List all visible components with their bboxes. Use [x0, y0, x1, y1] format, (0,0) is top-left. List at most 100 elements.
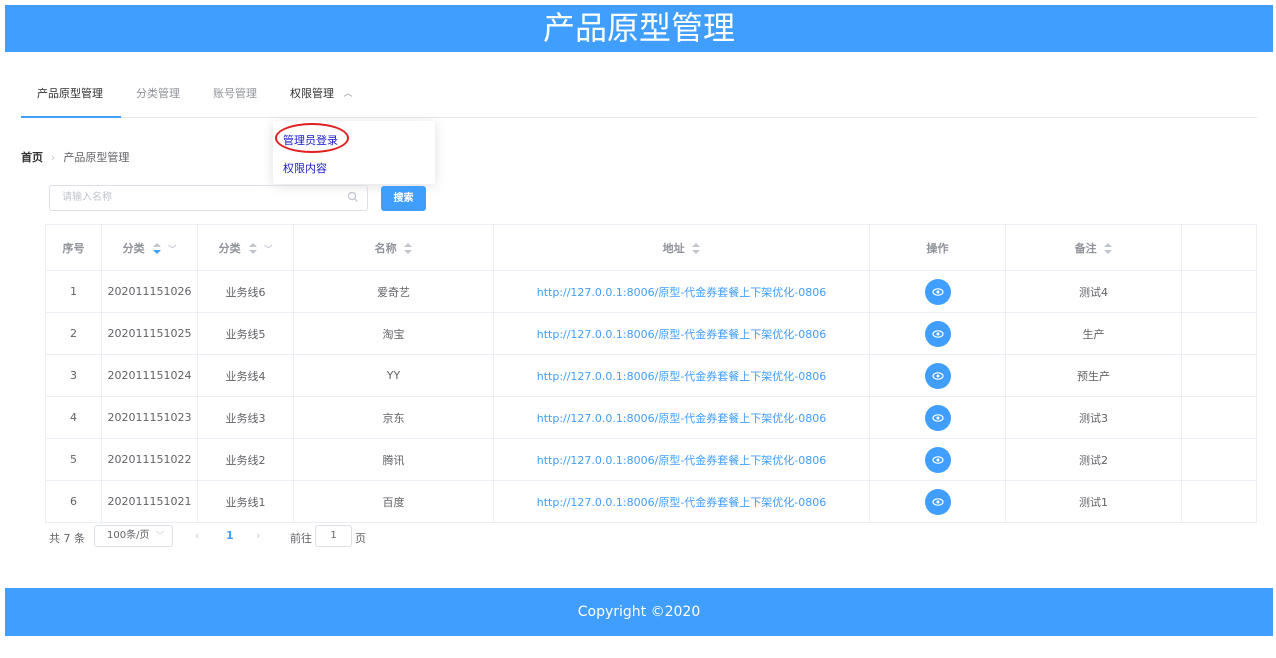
eye-icon	[931, 329, 944, 338]
cell-filler	[1181, 480, 1257, 523]
cell-note: 测试1	[1005, 480, 1182, 523]
cell-code: 202011151025	[101, 312, 198, 355]
cell-name: 百度	[293, 480, 494, 523]
prev-page-icon[interactable]: ‹	[195, 529, 199, 542]
cell-name: 京东	[293, 396, 494, 439]
search-button[interactable]: 搜索	[381, 186, 426, 211]
col-address[interactable]: 地址	[493, 224, 870, 271]
col-name-label: 名称	[374, 241, 397, 255]
tab-permission-label: 权限管理	[290, 87, 334, 100]
sort-icon[interactable]	[1104, 243, 1113, 254]
cell-action	[869, 312, 1006, 355]
menu-item-permission-content[interactable]: 权限内容	[283, 160, 327, 176]
sort-icon[interactable]	[248, 243, 257, 254]
eye-icon	[931, 413, 944, 422]
cell-url-link[interactable]: http://127.0.0.1:8006/原型-代金券套餐上下架优化-0806	[493, 270, 870, 313]
sort-icon[interactable]	[404, 243, 413, 254]
cell-code: 202011151021	[101, 480, 198, 523]
tab-prototype-label: 产品原型管理	[37, 87, 103, 100]
cell-note: 测试2	[1005, 438, 1182, 481]
cell-name: YY	[293, 354, 494, 397]
cell-filler	[1181, 354, 1257, 397]
cell-url-link[interactable]: http://127.0.0.1:8006/原型-代金券套餐上下架优化-0806	[493, 354, 870, 397]
cell-index: 4	[45, 396, 102, 439]
cell-index: 2	[45, 312, 102, 355]
view-button[interactable]	[924, 278, 951, 305]
cell-url-link[interactable]: http://127.0.0.1:8006/原型-代金券套餐上下架优化-0806	[493, 438, 870, 481]
cell-code: 202011151024	[101, 354, 198, 397]
view-button[interactable]	[924, 488, 951, 515]
view-button[interactable]	[924, 362, 951, 389]
cell-code: 202011151022	[101, 438, 198, 481]
pagination-total: 共 7 条	[49, 532, 85, 545]
annotation-ellipse	[275, 123, 349, 153]
cell-index: 6	[45, 480, 102, 523]
col-category-1[interactable]: 分类 ﹀	[101, 224, 198, 271]
tab-category[interactable]: 分类管理	[136, 72, 180, 117]
chevron-down-icon: ﹀	[156, 531, 164, 540]
breadcrumb-current: 产品原型管理	[63, 151, 130, 164]
cell-line: 业务线5	[197, 312, 294, 355]
cell-name: 爱奇艺	[293, 270, 494, 313]
col-name[interactable]: 名称	[293, 224, 494, 271]
col-action: 操作	[869, 224, 1006, 271]
view-button[interactable]	[924, 446, 951, 473]
chevron-down-icon[interactable]: ﹀	[264, 244, 272, 255]
col-note[interactable]: 备注	[1005, 224, 1182, 271]
cell-line: 业务线3	[197, 396, 294, 439]
page-number-current[interactable]: 1	[226, 529, 234, 542]
cell-action	[869, 270, 1006, 313]
breadcrumb-home[interactable]: 首页	[21, 151, 43, 164]
cell-line: 业务线4	[197, 354, 294, 397]
cell-note: 生产	[1005, 312, 1182, 355]
col-category-2[interactable]: 分类 ﹀	[197, 224, 294, 271]
cell-index: 3	[45, 354, 102, 397]
cell-code: 202011151023	[101, 396, 198, 439]
goto-label: 前往	[290, 532, 312, 545]
cell-name: 淘宝	[293, 312, 494, 355]
chevron-down-icon[interactable]: ﹀	[168, 244, 176, 255]
cell-url-link[interactable]: http://127.0.0.1:8006/原型-代金券套餐上下架优化-0806	[493, 480, 870, 523]
cell-action	[869, 438, 1006, 481]
eye-icon	[931, 371, 944, 380]
cell-line: 业务线2	[197, 438, 294, 481]
col-filler	[1181, 224, 1257, 271]
cell-index: 1	[45, 270, 102, 313]
cell-url-link[interactable]: http://127.0.0.1:8006/原型-代金券套餐上下架优化-0806	[493, 396, 870, 439]
cell-filler	[1181, 438, 1257, 481]
table-row: 6 202011151021 业务线1 百度 http://127.0.0.1:…	[45, 480, 1257, 523]
cell-action	[869, 480, 1006, 523]
cell-filler	[1181, 396, 1257, 439]
page-size-value: 100条/页	[107, 530, 150, 541]
breadcrumb: 首页 › 产品原型管理	[21, 149, 129, 165]
cell-note: 测试4	[1005, 270, 1182, 313]
cell-index: 5	[45, 438, 102, 481]
eye-icon	[931, 287, 944, 296]
chevron-up-icon: ︿	[343, 89, 353, 99]
page-size-select[interactable]: 100条/页 ﹀	[94, 525, 173, 547]
view-button[interactable]	[924, 320, 951, 347]
tab-account[interactable]: 账号管理	[213, 72, 257, 117]
cell-name: 腾讯	[293, 438, 494, 481]
copyright-text: Copyright ©2020	[577, 604, 701, 620]
next-page-icon[interactable]: ›	[256, 529, 260, 542]
page-header: 产品原型管理	[5, 5, 1273, 52]
tab-permission[interactable]: 权限管理 ︿	[290, 72, 353, 117]
col-action-label: 操作	[926, 241, 949, 255]
search-placeholder: 请输入名称	[62, 192, 112, 203]
cell-line: 业务线6	[197, 270, 294, 313]
table-row: 2 202011151025 业务线5 淘宝 http://127.0.0.1:…	[45, 312, 1257, 355]
cell-url-link[interactable]: http://127.0.0.1:8006/原型-代金券套餐上下架优化-0806	[493, 312, 870, 355]
table-row: 1 202011151026 业务线6 爱奇艺 http://127.0.0.1…	[45, 270, 1257, 313]
sort-icon[interactable]	[692, 243, 701, 254]
col-category-1-label: 分类	[122, 241, 145, 255]
tab-prototype[interactable]: 产品原型管理	[21, 72, 121, 118]
cell-action	[869, 354, 1006, 397]
view-button[interactable]	[924, 404, 951, 431]
cell-note: 测试3	[1005, 396, 1182, 439]
page-label: 页	[355, 532, 366, 545]
search-input[interactable]: 请输入名称	[49, 185, 368, 211]
goto-page-input[interactable]: 1	[315, 525, 352, 547]
cell-filler	[1181, 270, 1257, 313]
sort-icon[interactable]	[152, 243, 161, 254]
